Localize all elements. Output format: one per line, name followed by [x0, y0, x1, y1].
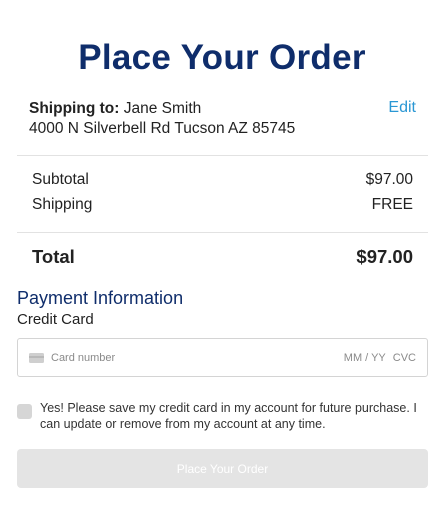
save-card-checkbox[interactable]	[17, 404, 32, 419]
card-cvc-input[interactable]: CVC	[393, 352, 416, 364]
shipping-cost-row: Shipping FREE	[32, 196, 413, 214]
total-row: Total $97.00	[32, 246, 413, 268]
shipping-cost-value: FREE	[371, 196, 413, 213]
save-card-option: Yes! Please save my credit card in my ac…	[17, 400, 430, 432]
payment-section-title: Payment Information	[17, 288, 184, 308]
total-value: $97.00	[356, 246, 413, 267]
shipping-recipient-line: Shipping to: Jane Smith	[29, 99, 419, 119]
shipping-label: Shipping to:	[29, 100, 120, 117]
place-order-button[interactable]: Place Your Order	[17, 449, 428, 488]
edit-shipping-link[interactable]: Edit	[388, 99, 416, 117]
subtotal-value: $97.00	[365, 171, 413, 188]
credit-card-icon	[29, 352, 44, 363]
shipping-name: Jane Smith	[123, 100, 202, 117]
save-card-text: Yes! Please save my credit card in my ac…	[40, 401, 417, 431]
divider	[17, 232, 428, 233]
card-input-field[interactable]: Card number MM / YY CVC	[17, 338, 428, 377]
payment-method-label: Credit Card	[17, 311, 94, 328]
shipping-info: Shipping to: Jane Smith 4000 N Silverbel…	[29, 99, 419, 139]
card-number-input[interactable]: Card number	[51, 352, 344, 364]
page-title: Place Your Order	[78, 38, 366, 77]
shipping-address: 4000 N Silverbell Rd Tucson AZ 85745	[29, 120, 296, 137]
subtotal-label: Subtotal	[32, 171, 89, 188]
divider	[17, 155, 428, 156]
subtotal-row: Subtotal $97.00	[32, 171, 413, 189]
shipping-cost-label: Shipping	[32, 196, 93, 213]
total-label: Total	[32, 246, 75, 267]
card-expiry-input[interactable]: MM / YY	[344, 352, 386, 364]
